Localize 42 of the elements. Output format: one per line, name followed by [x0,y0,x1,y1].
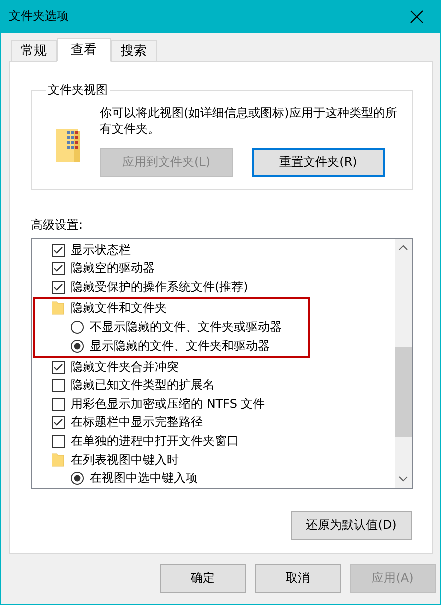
option-label: 显示状态栏 [71,242,131,259]
option-label: 不显示隐藏的文件、文件夹或驱动器 [90,318,282,336]
folder-icon [52,453,65,468]
group-label: 在列表视图中键入时 [71,452,179,469]
option-label: 在单独的进程中打开文件夹窗口 [71,432,239,450]
option-label: 隐藏已知文件类型的扩展名 [71,377,215,394]
option-label: 在视图中选中键入项 [90,470,198,488]
dialog-button[interactable]: 取消 [255,564,341,593]
folder-icon [52,301,65,316]
checkbox[interactable] [52,434,65,448]
description: 你可以将此视图(如详细信息或图标)应用于这种类型的所有文件夹。 [100,105,398,137]
checkbox[interactable] [52,398,65,411]
option-label: 用彩色显示加密或压缩的 NTFS 文件 [71,396,266,413]
scroll-down-icon [399,476,408,482]
checkbox[interactable] [52,244,65,257]
radio-button[interactable] [71,320,84,334]
option-label: 隐藏空的驱动器 [71,260,155,278]
tab[interactable]: 搜索 [111,40,157,61]
tab[interactable]: 常规 [11,40,57,61]
checkbox[interactable] [52,262,65,276]
checkbox[interactable] [52,379,65,392]
window-title: 文件夹选项 [9,8,69,25]
scroll-up-icon [399,245,408,251]
close-icon [410,10,424,24]
restore-defaults-button[interactable]: 还原为默认值(D) [291,511,412,540]
scrollbar[interactable] [395,239,412,488]
dialog-button[interactable]: 确定 [160,564,246,593]
option-label: 隐藏受保护的操作系统文件(推荐) [71,278,248,296]
radio-button[interactable] [71,340,84,353]
radio-button[interactable] [71,472,84,486]
checkbox[interactable] [52,360,65,374]
option-label: 在标题栏中显示完整路径 [71,414,203,432]
checkbox[interactable] [52,280,65,294]
folder-button[interactable]: 重置文件夹(R) [252,148,385,177]
group-title: 文件夹视图 [47,82,109,99]
option-label: 隐藏文件夹合并冲突 [71,358,179,376]
group-label: 隐藏文件和文件夹 [71,300,167,317]
scroll-thumb[interactable] [395,347,412,437]
section-label: 高级设置: [31,217,84,234]
tab[interactable]: 查看 [57,38,111,62]
checkbox[interactable] [52,416,65,430]
option-label: 显示隐藏的文件、文件夹和驱动器 [90,338,270,355]
